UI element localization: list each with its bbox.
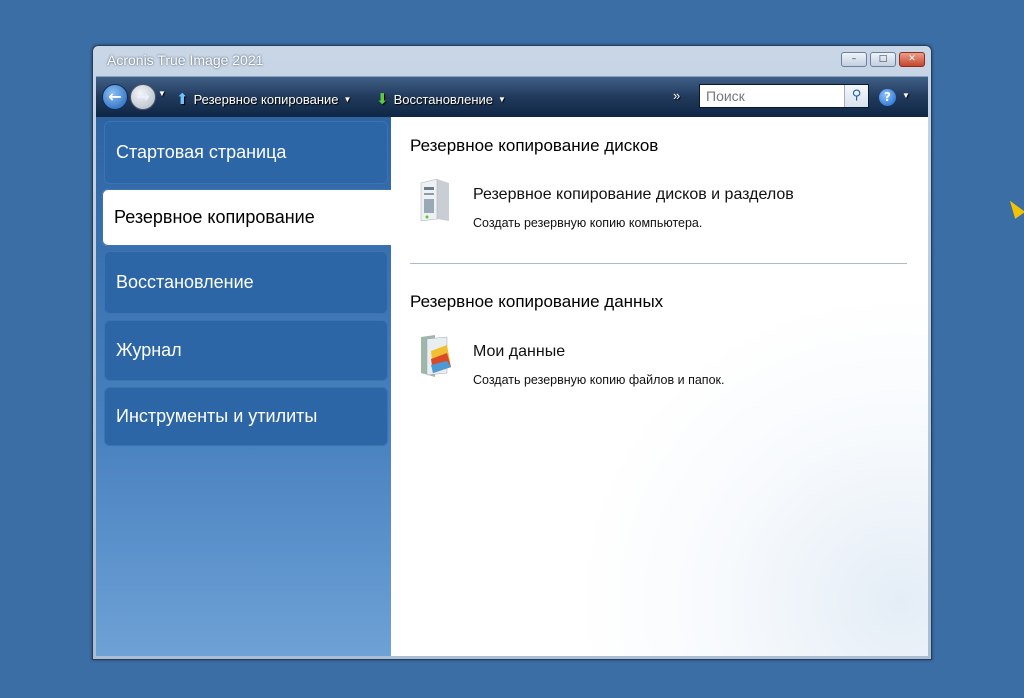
maximize-button[interactable]: □	[870, 52, 896, 67]
help-icon[interactable]: ?	[879, 89, 896, 106]
chevron-down-icon: ▼	[498, 95, 506, 104]
search-box[interactable]: Поиск ⚲	[699, 84, 869, 108]
recovery-arrow-icon: ⬇	[376, 90, 389, 108]
search-input[interactable]: Поиск	[700, 85, 844, 107]
help-dropdown[interactable]: ▼	[902, 91, 910, 100]
my-data-item-desc: Создать резервную копию файлов и папок.	[473, 373, 724, 387]
sidebar-item-log[interactable]: Журнал	[104, 320, 388, 381]
recovery-menu-label: Восстановление	[394, 92, 493, 107]
server-icon	[417, 177, 459, 223]
section-divider	[410, 263, 907, 264]
chevron-down-icon: ▼	[158, 89, 166, 98]
section-title-disk-backup: Резервное копирование дисков	[410, 136, 658, 156]
disk-backup-item-title[interactable]: Резервное копирование дисков и разделов	[473, 186, 794, 204]
mouse-cursor-icon	[1005, 197, 1024, 219]
sidebar-item-tools[interactable]: Инструменты и утилиты	[104, 387, 388, 446]
forward-button[interactable]: →	[130, 84, 156, 110]
my-data-folder-icon	[417, 333, 459, 379]
backup-arrow-icon: ⬆	[176, 90, 189, 108]
main-content: Резервное копирование дисков Резервное к…	[391, 117, 928, 656]
chevron-down-icon: ▼	[902, 91, 910, 100]
minimize-button[interactable]: –	[841, 52, 867, 67]
history-dropdown[interactable]: ▼	[158, 89, 166, 98]
my-data-item-title[interactable]: Мои данные	[473, 343, 565, 361]
search-icon[interactable]: ⚲	[844, 85, 868, 107]
backup-menu-label: Резервное копирование	[194, 92, 339, 107]
sidebar-item-backup[interactable]: Резервное копирование	[102, 189, 394, 246]
window-title: Acronis True Image 2021	[107, 52, 263, 68]
disk-backup-item-desc: Создать резервную копию компьютера.	[473, 216, 702, 230]
sidebar-item-recovery[interactable]: Восстановление	[104, 251, 388, 314]
toolbar: ← → ▼ ⬆ Резервное копирование ▼ ⬇ Восста…	[96, 76, 928, 117]
app-window: Acronis True Image 2021 – □ ✕ ← → ▼ ⬆ Ре…	[92, 45, 932, 660]
sidebar-item-home[interactable]: Стартовая страница	[104, 121, 388, 184]
window-controls: – □ ✕	[841, 52, 925, 67]
backup-menu-button[interactable]: ⬆ Резервное копирование ▼	[176, 90, 351, 108]
section-title-data-backup: Резервное копирование данных	[410, 292, 663, 312]
recovery-menu-button[interactable]: ⬇ Восстановление ▼	[376, 90, 506, 108]
more-button[interactable]: »	[673, 88, 680, 103]
back-button[interactable]: ←	[102, 84, 128, 110]
chevron-down-icon: ▼	[344, 95, 352, 104]
close-button[interactable]: ✕	[899, 52, 925, 67]
sidebar: Стартовая страница Резервное копирование…	[96, 117, 391, 656]
